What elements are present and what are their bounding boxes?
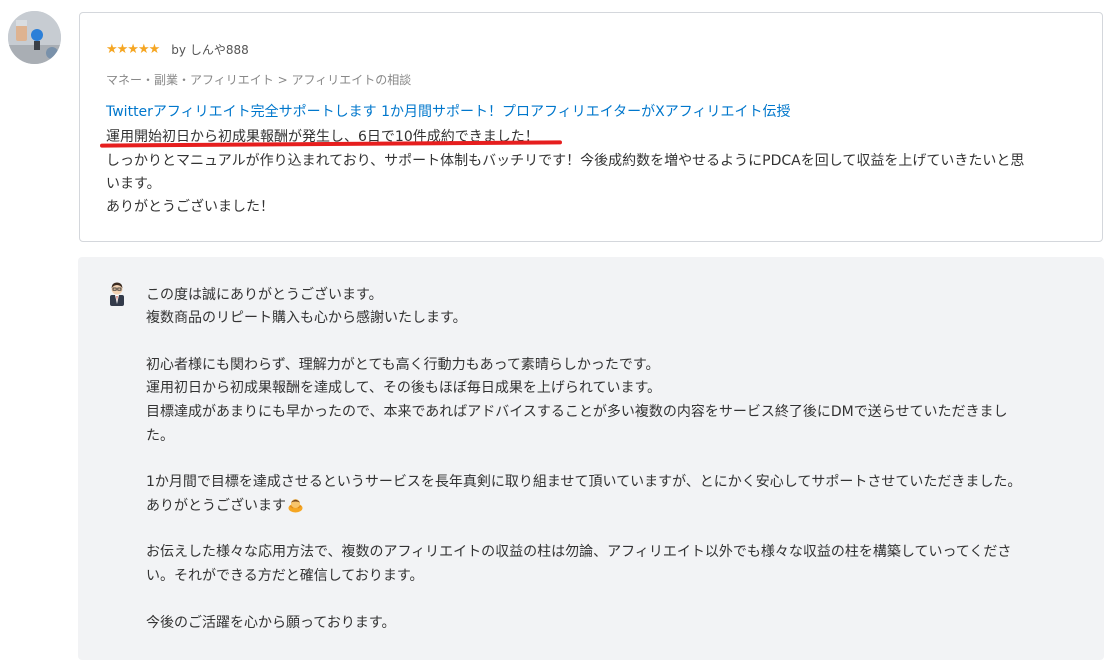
- reply-text-line: ありがとうございます: [146, 498, 286, 514]
- review-text-line: しっかりとマニュアルが作り込まれており、サポート体制もバッチリです！今後成約数を…: [106, 153, 1025, 169]
- reply-text-line: お伝えした様々な応用方法で、複数のアフィリエイトの収益の柱は勿論、アフィリエイト…: [146, 544, 1012, 560]
- category-breadcrumb[interactable]: マネー・副業・アフィリエイト > アフィリエイトの相談: [106, 71, 411, 88]
- review-text-line: ありがとうございました！: [106, 199, 274, 215]
- reply-text-line: 初心者様にも関わらず、理解力がとても高く行動力もあって素晴らしかったです。: [146, 357, 660, 373]
- review-card: ★★★★★ by しんや888 マネー・副業・アフィリエイト > アフィリエイト…: [79, 12, 1103, 242]
- reply-text-line: た。: [146, 428, 174, 444]
- reply-text-line: 複数商品のリピート購入も心から感謝いたします。: [146, 310, 467, 326]
- star-rating-icon: ★★★★★: [106, 41, 160, 57]
- seller-reply-card: この度は誠にありがとうございます。 複数商品のリピート購入も心から感謝いたします…: [78, 257, 1104, 660]
- reviewer-name[interactable]: by しんや888: [171, 41, 248, 58]
- bowing-person-emoji-icon: [288, 499, 303, 513]
- review-text-line: います。: [106, 176, 161, 192]
- avatar-photo-icon: [8, 11, 61, 64]
- reply-text-line: 1か月間で目標を達成させるというサービスを長年真剣に取り組ませて頂いていますが、…: [146, 474, 1022, 490]
- reply-text-line: い。それができる方だと確信しております。: [146, 568, 424, 584]
- reply-text-line: この度は誠にありがとうございます。: [146, 287, 383, 303]
- service-title-link[interactable]: Twitterアフィリエイト完全サポートします 1か月間サポート！プロアフィリエ…: [106, 101, 790, 121]
- reviewer-avatar[interactable]: [8, 11, 61, 64]
- reply-text-line: 運用初日から初成果報酬を達成して、その後もほぼ毎日成果を上げられています。: [146, 380, 662, 396]
- seller-avatar-icon: [110, 282, 124, 306]
- reply-text-line: 目標達成があまりにも早かったので、本来であればアドバイスすることが多い複数の内容…: [146, 404, 1008, 420]
- rating-row: ★★★★★ by しんや888: [106, 40, 249, 58]
- reply-text-line: 今後のご活躍を心から願っております。: [146, 615, 396, 631]
- reply-text-with-emoji: ありがとうございます: [146, 495, 304, 515]
